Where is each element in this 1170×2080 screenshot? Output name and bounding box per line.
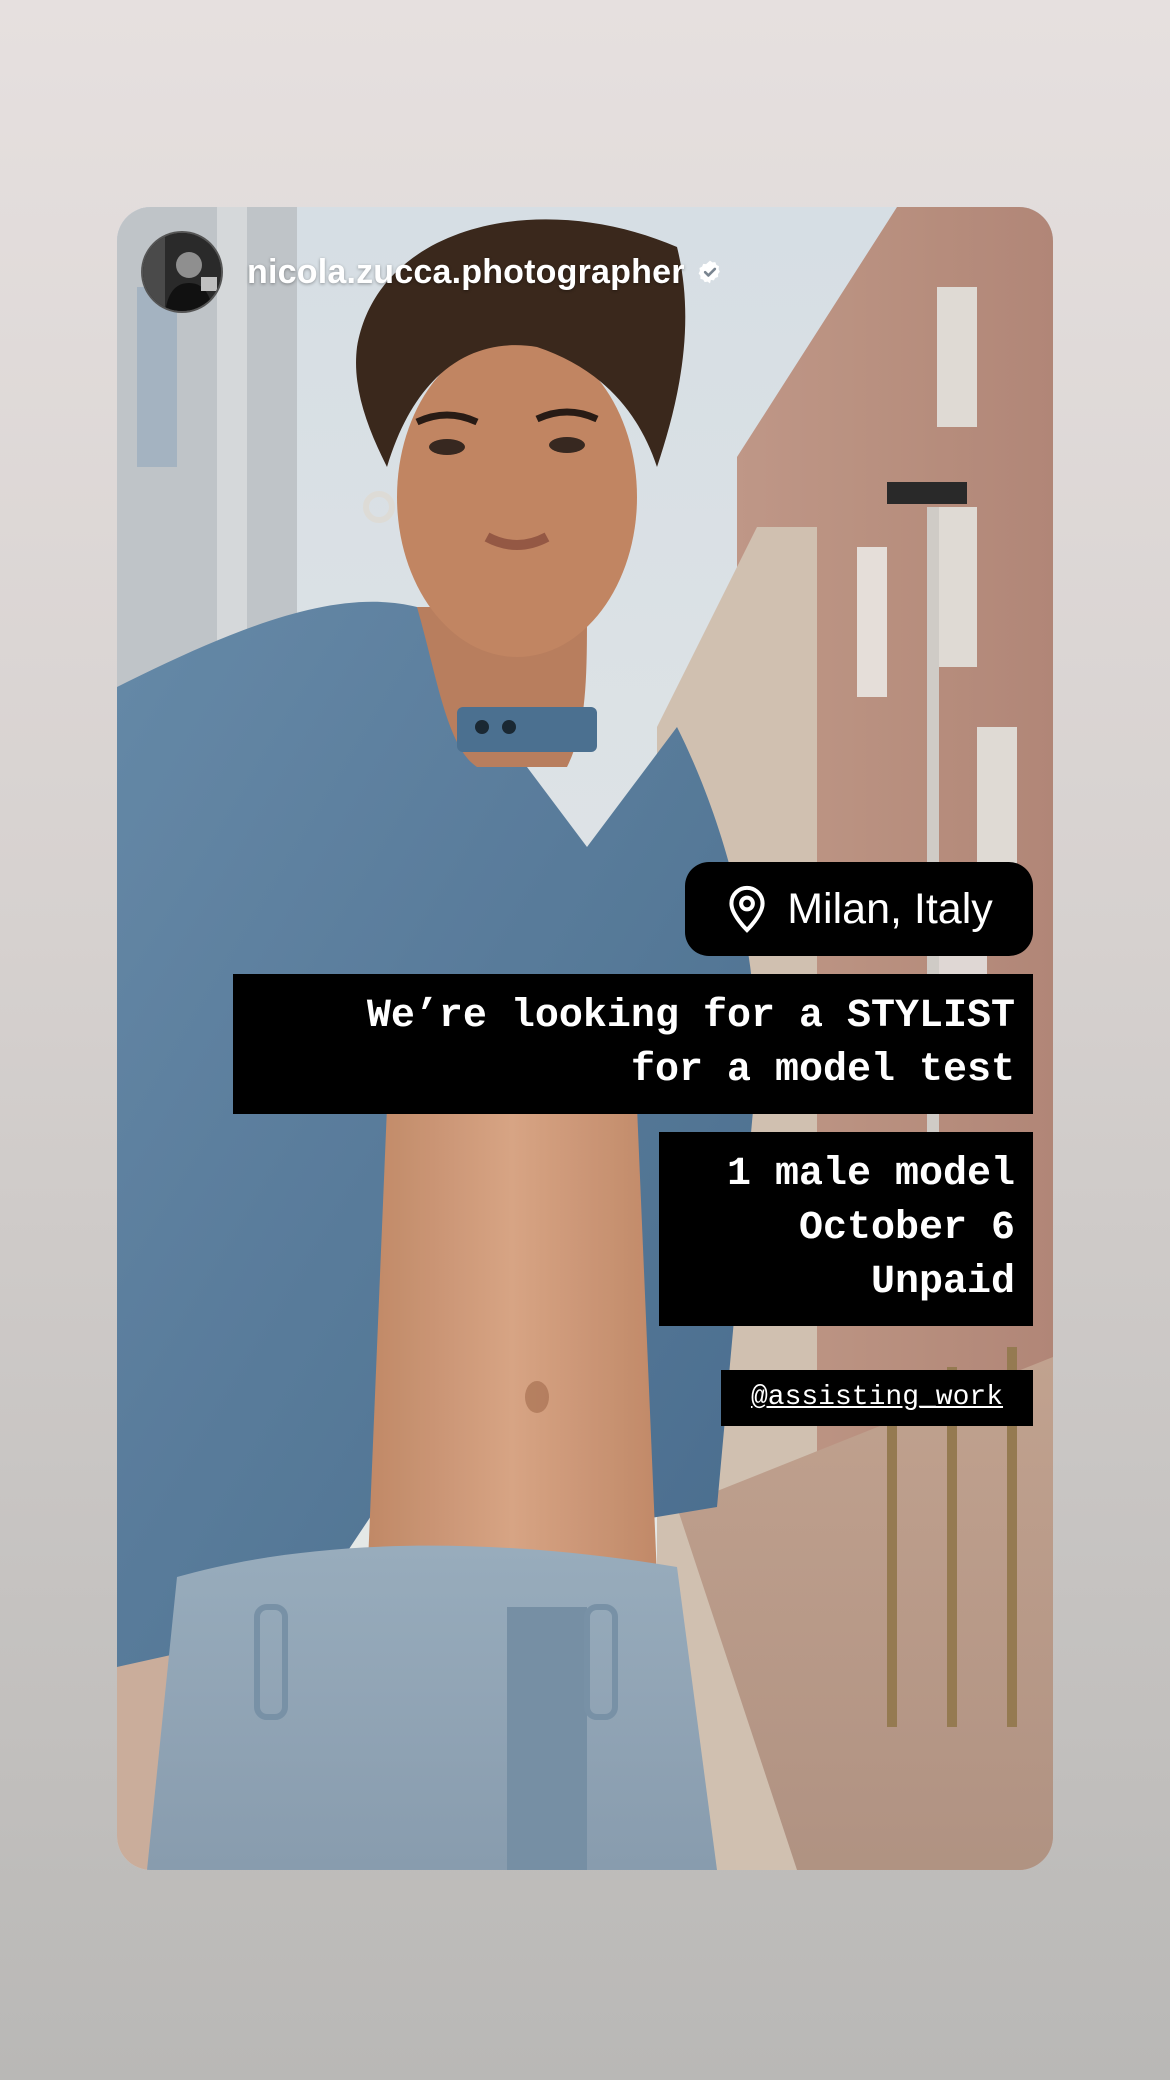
verified-badge-icon bbox=[698, 260, 720, 284]
headline-text-sticker: We’re looking for a STYLIST for a model … bbox=[233, 974, 1033, 1114]
profile-photo-avatar bbox=[143, 233, 221, 311]
location-sticker[interactable]: Milan, Italy bbox=[685, 862, 1033, 956]
location-label: Milan, Italy bbox=[787, 884, 993, 933]
story-header: nicola.zucca.photographer bbox=[141, 231, 723, 313]
mention-sticker[interactable]: @assisting_work bbox=[721, 1370, 1033, 1426]
profile-avatar[interactable] bbox=[141, 231, 223, 313]
username-label[interactable]: nicola.zucca.photographer bbox=[247, 253, 685, 292]
location-pin-icon bbox=[729, 885, 765, 933]
details-text-sticker: 1 male model October 6 Unpaid bbox=[659, 1132, 1033, 1326]
